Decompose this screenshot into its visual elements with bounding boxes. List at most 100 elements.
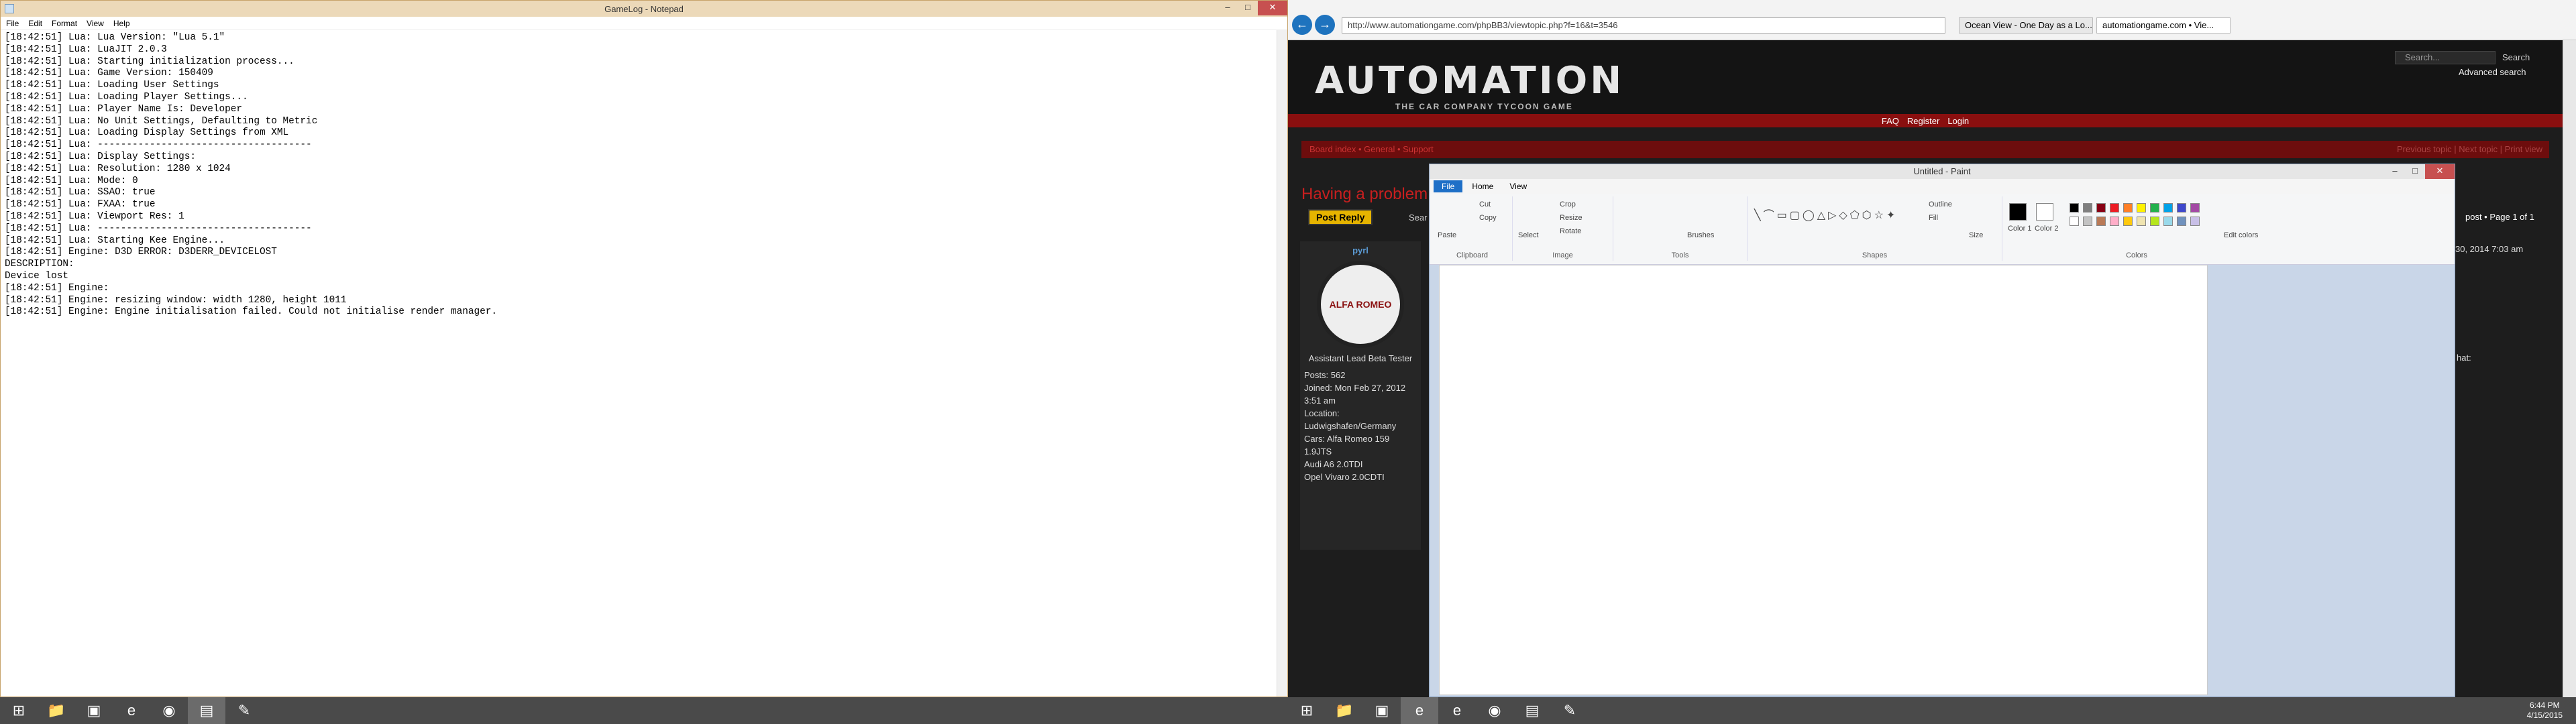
file-explorer-icon-2[interactable]: 📁: [1326, 697, 1363, 724]
app-icon[interactable]: ▣: [75, 697, 113, 724]
outline-button[interactable]: Outline: [1929, 200, 1952, 208]
steam-icon[interactable]: ◉: [150, 697, 188, 724]
palette-swatch[interactable]: [2110, 217, 2119, 226]
notepad-window: GameLog - Notepad – □ ✕ File Edit Format…: [0, 0, 1288, 697]
notepad-scrollbar[interactable]: [1277, 30, 1287, 697]
nav-login[interactable]: Login: [1947, 116, 1969, 126]
paint-maximize-button[interactable]: □: [2405, 164, 2425, 179]
fill-button[interactable]: Fill: [1929, 214, 1938, 222]
palette-swatch[interactable]: [2150, 217, 2159, 226]
color2-swatch[interactable]: [2036, 203, 2053, 221]
app-icon-2[interactable]: ▣: [1363, 697, 1401, 724]
minimize-button[interactable]: –: [1218, 1, 1238, 15]
nav-faq[interactable]: FAQ: [1882, 116, 1899, 126]
close-button[interactable]: ✕: [1258, 1, 1287, 15]
author-name[interactable]: pyrl: [1304, 245, 1417, 255]
start-button[interactable]: ⊞: [0, 697, 38, 724]
group-shapes: ╲⌒▭▢◯△▷◇⬠⬡☆✦ Outline Fill Size Shapes: [1748, 196, 2002, 261]
color1-swatch[interactable]: [2009, 203, 2027, 221]
site-tagline: THE CAR COMPANY TYCOON GAME: [1395, 102, 1573, 111]
group-label: Colors: [2126, 251, 2147, 259]
log-line: [18:42:51] Lua: LuaJIT 2.0.3: [5, 44, 167, 55]
copy-button[interactable]: Copy: [1479, 214, 1497, 222]
edit-colors-button[interactable]: Edit colors: [2224, 231, 2258, 239]
ie-pinned-icon[interactable]: e: [1438, 697, 1476, 724]
palette-swatch[interactable]: [2083, 203, 2092, 213]
palette-swatch[interactable]: [2190, 203, 2200, 213]
ie-icon-2[interactable]: e: [1401, 697, 1438, 724]
palette-swatch[interactable]: [2070, 217, 2079, 226]
palette-swatch[interactable]: [2137, 217, 2146, 226]
menu-help[interactable]: Help: [113, 19, 130, 28]
select-button[interactable]: Select: [1518, 231, 1539, 239]
size-button[interactable]: Size: [1969, 231, 1983, 239]
back-button-icon[interactable]: ←: [1292, 15, 1312, 35]
palette-swatch[interactable]: [2096, 203, 2106, 213]
browser-scrollbar[interactable]: [2563, 40, 2576, 697]
site-header: AUTOMATION THE CAR COMPANY TYCOON GAME S…: [1288, 40, 2563, 114]
clock-time: 6:44 PM: [2529, 701, 2560, 710]
topic-title[interactable]: Having a problem: [1301, 185, 1428, 204]
notepad-text-area[interactable]: [18:42:51] Lua: Lua Version: "Lua 5.1" [1…: [1, 30, 1277, 697]
maximize-button[interactable]: □: [1238, 1, 1258, 15]
paint-taskbar-icon-2[interactable]: ✎: [1551, 697, 1589, 724]
breadcrumb-links[interactable]: Board index • General • Support: [1309, 144, 1434, 154]
advanced-search-link[interactable]: Advanced search: [2459, 67, 2526, 77]
paint-taskbar-icon[interactable]: ✎: [225, 697, 263, 724]
paste-button[interactable]: Paste: [1438, 231, 1456, 239]
crop-button[interactable]: Crop: [1560, 200, 1576, 208]
start-button-2[interactable]: ⊞: [1288, 697, 1326, 724]
palette-swatch[interactable]: [2163, 217, 2173, 226]
palette-swatch[interactable]: [2137, 203, 2146, 213]
forward-button-icon[interactable]: →: [1315, 15, 1335, 35]
shapes-gallery[interactable]: ╲⌒▭▢◯△▷◇⬠⬡☆✦: [1754, 206, 1898, 222]
log-line: [18:42:51] Lua: Game Version: 150409: [5, 68, 213, 79]
palette-swatch[interactable]: [2096, 217, 2106, 226]
nav-register[interactable]: Register: [1907, 116, 1939, 126]
palette-swatch[interactable]: [2110, 203, 2119, 213]
notepad-taskbar-icon[interactable]: ▤: [188, 697, 225, 724]
paint-titlebar[interactable]: Untitled - Paint – □ ✕: [1430, 164, 2455, 179]
notepad-titlebar[interactable]: GameLog - Notepad – □ ✕: [1, 1, 1287, 17]
resize-button[interactable]: Resize: [1560, 214, 1582, 222]
tab-automation[interactable]: automationgame.com • Vie...: [2096, 17, 2231, 34]
file-explorer-icon[interactable]: 📁: [38, 697, 75, 724]
site-logo[interactable]: AUTOMATION: [1315, 59, 1624, 103]
log-line: [18:42:51] Lua: SSAO: true: [5, 187, 156, 198]
tab-home[interactable]: Home: [1465, 180, 1500, 192]
menu-file[interactable]: File: [6, 19, 19, 28]
steam-icon-2[interactable]: ◉: [1476, 697, 1513, 724]
post-reply-button[interactable]: Post Reply: [1308, 209, 1373, 225]
ie-icon[interactable]: e: [113, 697, 150, 724]
site-search-button[interactable]: Search: [2502, 51, 2530, 64]
notepad-taskbar-icon-2[interactable]: ▤: [1513, 697, 1551, 724]
log-line: [18:42:51] Lua: ------------------------…: [5, 223, 312, 234]
palette-swatch[interactable]: [2070, 203, 2079, 213]
palette-swatch[interactable]: [2177, 217, 2186, 226]
clock[interactable]: 6:44 PM 4/15/2015: [2527, 701, 2563, 721]
paint-minimize-button[interactable]: –: [2385, 164, 2405, 179]
palette-swatch[interactable]: [2190, 217, 2200, 226]
palette-swatch[interactable]: [2123, 217, 2133, 226]
log-line: [18:42:51] Lua: Lua Version: "Lua 5.1": [5, 32, 225, 43]
palette-swatch[interactable]: [2150, 203, 2159, 213]
topic-search-input[interactable]: Sear: [1409, 213, 1427, 223]
topic-nav-links[interactable]: Previous topic | Next topic | Print view: [2397, 141, 2542, 158]
tab-view[interactable]: View: [1503, 180, 1534, 192]
paint-canvas[interactable]: [1439, 265, 2208, 695]
menu-view[interactable]: View: [87, 19, 104, 28]
paint-close-button[interactable]: ✕: [2425, 164, 2455, 179]
palette-swatch[interactable]: [2123, 203, 2133, 213]
cut-button[interactable]: Cut: [1479, 200, 1491, 208]
palette-swatch[interactable]: [2083, 217, 2092, 226]
tab-file[interactable]: File: [1434, 180, 1463, 192]
tab-ocean-view[interactable]: Ocean View - One Day as a Lo...: [1959, 17, 2093, 34]
menu-format[interactable]: Format: [52, 19, 77, 28]
address-bar[interactable]: http://www.automationgame.com/phpBB3/vie…: [1342, 17, 1945, 34]
menu-edit[interactable]: Edit: [28, 19, 42, 28]
rotate-button[interactable]: Rotate: [1560, 227, 1581, 235]
brushes-button[interactable]: Brushes: [1687, 231, 1714, 239]
site-search-input[interactable]: Search...: [2395, 51, 2496, 64]
palette-swatch[interactable]: [2177, 203, 2186, 213]
palette-swatch[interactable]: [2163, 203, 2173, 213]
